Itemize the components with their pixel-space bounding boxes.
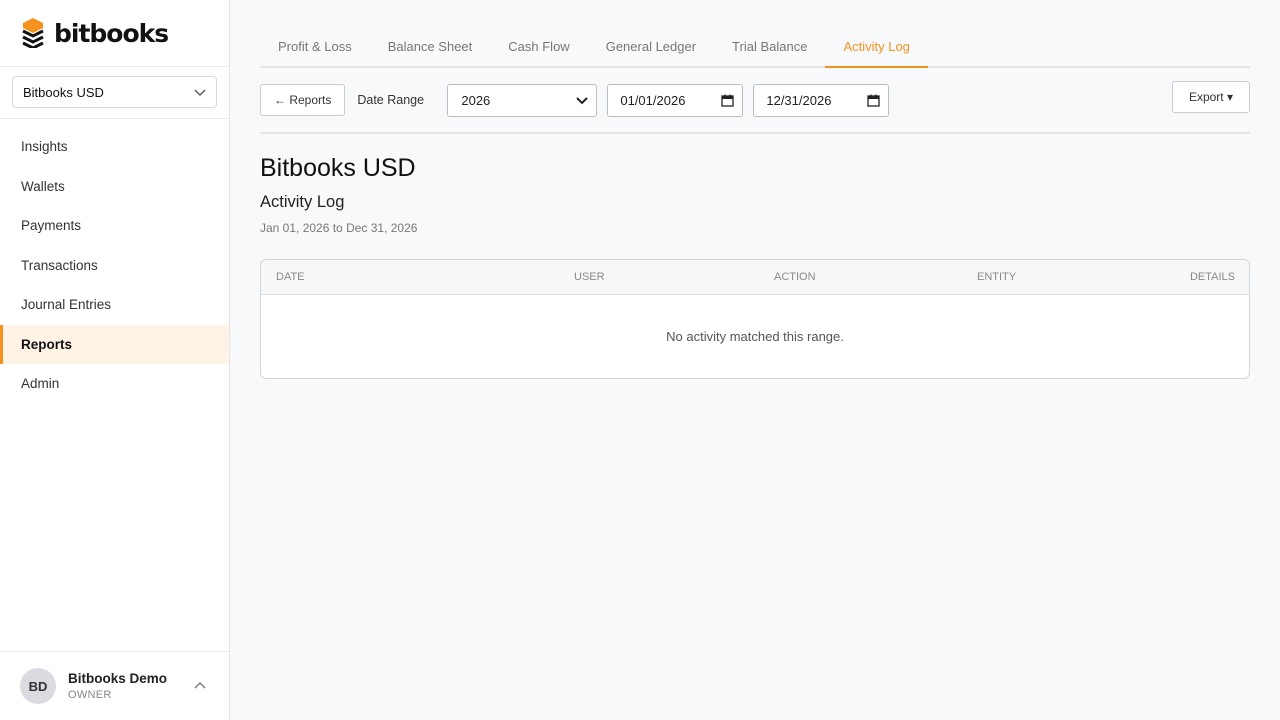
tab-activity-log[interactable]: Activity Log (825, 39, 929, 68)
table-header: DATE USER ACTION ENTITY DETAILS (261, 260, 1249, 295)
org-select-value: Bitbooks USD (23, 84, 104, 100)
user-meta: Bitbooks Demo OWNER (68, 671, 193, 701)
avatar: BD (20, 668, 56, 704)
end-date-input[interactable]: 12/31/2026 (753, 83, 890, 117)
main-content: Profit & Loss Balance Sheet Cash Flow Ge… (260, 0, 1250, 379)
sidebar-item-reports[interactable]: Reports (0, 324, 229, 364)
date-range-label: Date Range (357, 93, 425, 107)
start-date-input[interactable]: 01/01/2026 (607, 83, 744, 117)
sidebar-item-label: Admin (21, 376, 60, 392)
column-header-user: USER (574, 271, 605, 283)
sidebar-item-journal-entries[interactable]: Journal Entries (0, 285, 229, 325)
column-header-date: DATE (276, 271, 305, 283)
sidebar-item-insights[interactable]: Insights (0, 127, 229, 167)
brand-header: bitbooks (0, 0, 229, 67)
sidebar: bitbooks Bitbooks USD Insights Wallets P… (0, 0, 230, 720)
tab-balance-sheet[interactable]: Balance Sheet (370, 39, 491, 66)
chevron-up-icon[interactable] (193, 679, 207, 693)
report-header: Bitbooks USD Activity Log Jan 01, 2026 t… (260, 134, 1250, 235)
year-select-value: 2026 (461, 92, 491, 108)
sidebar-item-admin[interactable]: Admin (0, 364, 229, 404)
report-toolbar: ← Reports Date Range 2026 01/01/2026 12/… (260, 68, 1250, 134)
chevron-down-icon (576, 97, 589, 105)
column-header-action: ACTION (774, 271, 816, 283)
activity-log-table: DATE USER ACTION ENTITY DETAILS No activ… (260, 259, 1250, 379)
sidebar-item-label: Journal Entries (21, 297, 112, 313)
report-date-range: Jan 01, 2026 to Dec 31, 2026 (260, 221, 418, 235)
tab-trial-balance[interactable]: Trial Balance (714, 39, 825, 66)
tab-general-ledger[interactable]: General Ledger (588, 39, 714, 66)
org-switcher-wrap: Bitbooks USD (0, 67, 229, 119)
empty-state-message: No activity matched this range. (666, 329, 844, 344)
calendar-icon[interactable] (721, 94, 735, 107)
sidebar-item-label: Wallets (21, 178, 65, 194)
user-role: OWNER (68, 689, 112, 701)
column-header-details: DETAILS (1189, 271, 1235, 283)
report-tabs: Profit & Loss Balance Sheet Cash Flow Ge… (260, 0, 1250, 68)
page-title: Activity Log (260, 193, 345, 211)
chevron-down-icon (194, 89, 206, 96)
sidebar-item-label: Transactions (21, 257, 98, 273)
tab-cash-flow[interactable]: Cash Flow (490, 39, 587, 66)
user-menu: BD Bitbooks Demo OWNER (0, 651, 229, 720)
year-select[interactable]: 2026 (447, 83, 598, 117)
user-name: Bitbooks Demo (68, 671, 168, 686)
start-date-value: 01/01/2026 (620, 92, 686, 108)
column-header-entity: ENTITY (977, 271, 1017, 283)
report-org-name: Bitbooks USD (260, 154, 416, 182)
end-date-value: 12/31/2026 (766, 92, 832, 108)
sidebar-item-payments[interactable]: Payments (0, 206, 229, 246)
back-to-reports-button[interactable]: ← Reports (260, 84, 346, 116)
calendar-icon[interactable] (867, 94, 881, 107)
brand-name: bitbooks (54, 18, 169, 48)
bitbooks-logo-icon (22, 18, 44, 48)
sidebar-item-label: Payments (21, 218, 82, 234)
export-button[interactable]: Export ▾ (1171, 81, 1250, 113)
sidebar-item-label: Insights (21, 139, 68, 155)
sidebar-item-label: Reports (21, 336, 73, 352)
tab-profit-loss[interactable]: Profit & Loss (260, 39, 370, 66)
sidebar-nav: Insights Wallets Payments Transactions J… (0, 119, 229, 404)
sidebar-item-transactions[interactable]: Transactions (0, 246, 229, 286)
org-select[interactable]: Bitbooks USD (12, 76, 217, 108)
sidebar-item-wallets[interactable]: Wallets (0, 167, 229, 207)
